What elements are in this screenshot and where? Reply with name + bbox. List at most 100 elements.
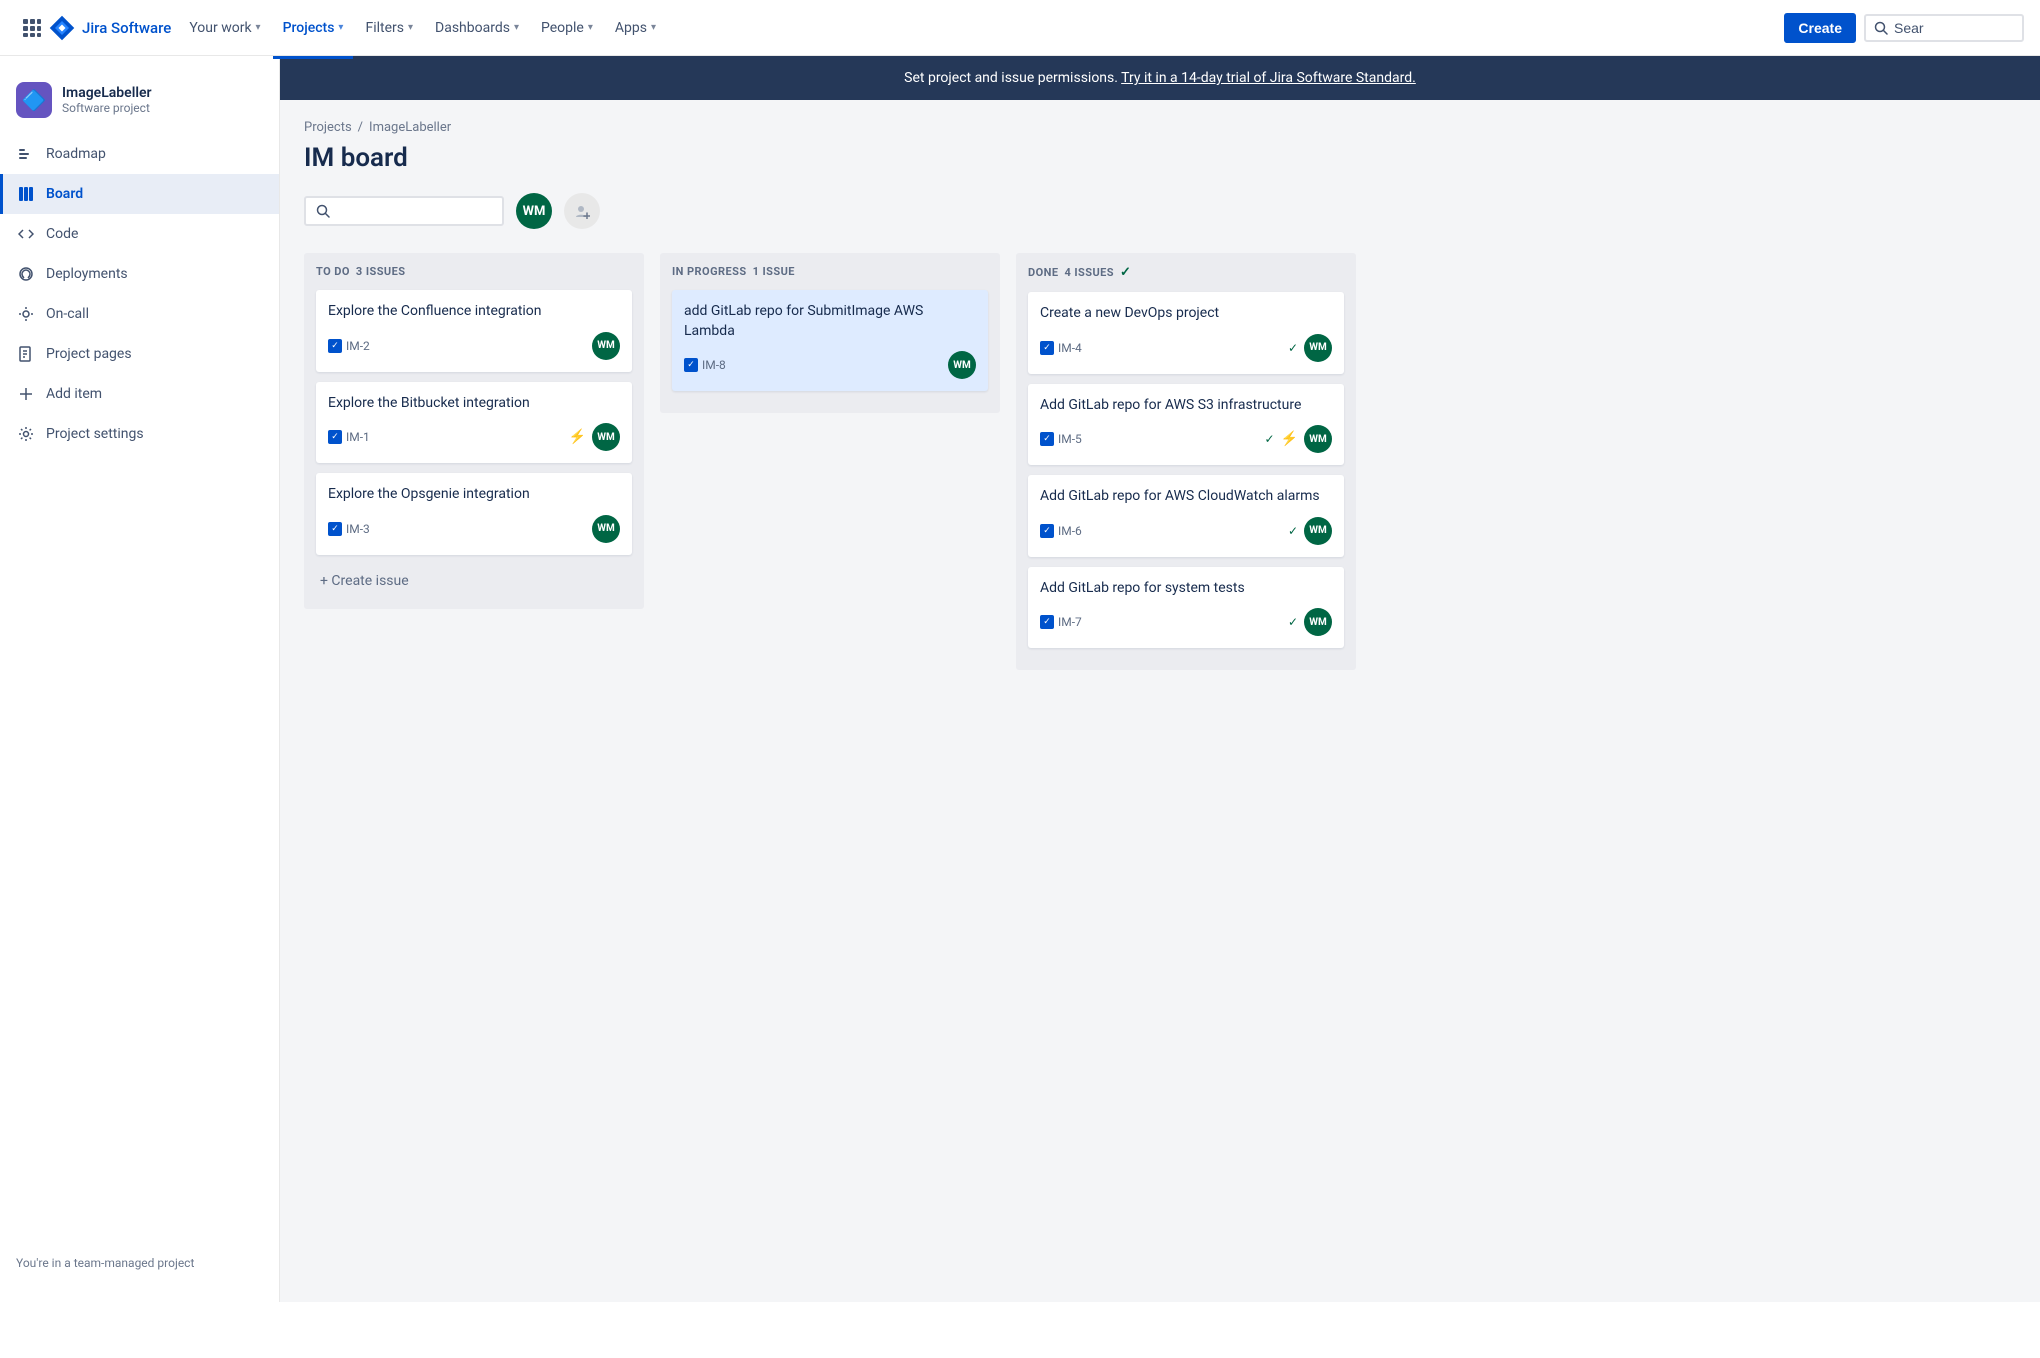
- done-check-icon: ✓: [1288, 341, 1298, 355]
- breadcrumb-projects[interactable]: Projects: [304, 120, 352, 135]
- checkbox-icon: [1040, 432, 1054, 446]
- card-id-im4: IM-4: [1040, 341, 1082, 355]
- card-id-im1: IM-1: [328, 430, 370, 444]
- card-im7[interactable]: Add GitLab repo for system tests IM-7 ✓ …: [1028, 567, 1344, 649]
- nav-item-apps[interactable]: Apps ▾: [605, 14, 666, 42]
- create-button[interactable]: Create: [1784, 13, 1856, 43]
- card-avatar: WM: [948, 351, 976, 379]
- card-id-im7: IM-7: [1040, 615, 1082, 629]
- column-header-done: DONE 4 ISSUES ✓: [1028, 265, 1344, 280]
- card-avatar: WM: [592, 332, 620, 360]
- card-avatar: WM: [1304, 517, 1332, 545]
- jira-logo[interactable]: Jira Software: [48, 14, 171, 42]
- nav-item-dashboards[interactable]: Dashboards ▾: [425, 14, 529, 42]
- card-im6[interactable]: Add GitLab repo for AWS CloudWatch alarm…: [1028, 475, 1344, 557]
- user-avatar-wm[interactable]: WM: [516, 193, 552, 229]
- nav-item-your-work[interactable]: Your work ▾: [179, 14, 270, 42]
- roadmap-icon: [16, 144, 36, 164]
- card-im4[interactable]: Create a new DevOps project IM-4 ✓ WM: [1028, 292, 1344, 374]
- settings-icon: [16, 424, 36, 444]
- card-im3[interactable]: Explore the Opsgenie integration IM-3 WM: [316, 473, 632, 555]
- chevron-down-icon: ▾: [408, 22, 413, 33]
- board-search-icon: [316, 204, 330, 218]
- column-inprogress: IN PROGRESS 1 ISSUE add GitLab repo for …: [660, 253, 1000, 413]
- column-todo: TO DO 3 ISSUES Explore the Confluence in…: [304, 253, 644, 609]
- sidebar-item-code[interactable]: Code: [0, 214, 279, 254]
- card-id-im8: IM-8: [684, 358, 726, 372]
- pin-icon: ⚡: [569, 429, 586, 445]
- sidebar-item-board[interactable]: Board: [0, 174, 279, 214]
- breadcrumb-imagelabeller[interactable]: ImageLabeller: [369, 120, 451, 135]
- chevron-down-icon: ▾: [588, 22, 593, 33]
- apps-grid-icon[interactable]: [16, 12, 48, 44]
- board-icon: [16, 184, 36, 204]
- card-id-im2: IM-2: [328, 339, 370, 353]
- card-avatar: WM: [592, 515, 620, 543]
- card-avatar: WM: [1304, 608, 1332, 636]
- card-avatar: WM: [1304, 334, 1332, 362]
- code-icon: [16, 224, 36, 244]
- checkbox-icon: [1040, 615, 1054, 629]
- checkbox-icon: [328, 339, 342, 353]
- checkbox-icon: [1040, 524, 1054, 538]
- card-avatar: WM: [1304, 425, 1332, 453]
- column-done: DONE 4 ISSUES ✓ Create a new DevOps proj…: [1016, 253, 1356, 670]
- checkbox-icon: [328, 430, 342, 444]
- done-check-icon: ✓: [1288, 615, 1298, 629]
- sidebar-item-roadmap[interactable]: Roadmap: [0, 134, 279, 174]
- chevron-down-icon: ▾: [338, 22, 343, 33]
- column-header-inprogress: IN PROGRESS 1 ISSUE: [672, 265, 988, 278]
- sidebar-item-project-pages[interactable]: Project pages: [0, 334, 279, 374]
- breadcrumb: Projects / ImageLabeller: [304, 120, 2016, 135]
- layout: 🔷 ImageLabeller Software project Roadmap: [0, 0, 2040, 1302]
- card-im1[interactable]: Explore the Bitbucket integration IM-1 ⚡…: [316, 382, 632, 464]
- chevron-down-icon: ▾: [514, 22, 519, 33]
- board-search-input[interactable]: [336, 203, 476, 219]
- card-avatar: WM: [592, 423, 620, 451]
- content-area: Projects / ImageLabeller IM board WM: [280, 100, 2040, 706]
- card-id-im5: IM-5: [1040, 432, 1082, 446]
- sidebar-project: 🔷 ImageLabeller Software project: [0, 72, 279, 134]
- column-header-todo: TO DO 3 ISSUES: [316, 265, 632, 278]
- pin-icon: ⚡: [1281, 431, 1298, 447]
- nav-items: Your work ▾ Projects ▾ Filters ▾ Dashboa…: [179, 14, 1784, 42]
- create-issue-button[interactable]: + Create issue: [316, 565, 632, 597]
- nav-item-people[interactable]: People ▾: [531, 14, 603, 42]
- board-toolbar: WM: [304, 193, 2016, 229]
- project-name: ImageLabeller: [62, 85, 152, 101]
- done-check-icon: ✓: [1120, 265, 1131, 280]
- checkbox-icon: [1040, 341, 1054, 355]
- sidebar-item-project-settings[interactable]: Project settings: [0, 414, 279, 454]
- card-im2[interactable]: Explore the Confluence integration IM-2 …: [316, 290, 632, 372]
- sidebar-footer: You're in a team-managed project: [0, 1240, 279, 1286]
- nav-item-projects[interactable]: Projects ▾: [273, 14, 354, 42]
- grid-menu-button[interactable]: [16, 12, 48, 44]
- checkbox-icon: [328, 522, 342, 536]
- chevron-down-icon: ▾: [651, 22, 656, 33]
- sidebar-item-deployments[interactable]: Deployments: [0, 254, 279, 294]
- nav-right: Create: [1784, 13, 2024, 43]
- card-id-im6: IM-6: [1040, 524, 1082, 538]
- sidebar-item-on-call[interactable]: On-call: [0, 294, 279, 334]
- add-member-button[interactable]: [564, 193, 600, 229]
- main-content: Set project and issue permissions. Try i…: [280, 56, 2040, 1302]
- jira-logo-text: Jira Software: [82, 19, 171, 37]
- project-type: Software project: [62, 101, 152, 115]
- deployments-icon: [16, 264, 36, 284]
- card-id-im3: IM-3: [328, 522, 370, 536]
- card-im5[interactable]: Add GitLab repo for AWS S3 infrastructur…: [1028, 384, 1344, 466]
- trial-link[interactable]: Try it in a 14-day trial of Jira Softwar…: [1121, 70, 1416, 86]
- sidebar-nav: Roadmap Board: [0, 134, 279, 1240]
- sidebar-item-add-item[interactable]: Add item: [0, 374, 279, 414]
- board-search-box[interactable]: [304, 196, 504, 226]
- nav-item-filters[interactable]: Filters ▾: [355, 14, 423, 42]
- search-input[interactable]: [1894, 20, 1974, 36]
- done-check-icon: ✓: [1265, 432, 1275, 446]
- search-box[interactable]: [1864, 14, 2024, 42]
- page-title: IM board: [304, 143, 2016, 173]
- board: TO DO 3 ISSUES Explore the Confluence in…: [304, 253, 2016, 686]
- card-im8[interactable]: add GitLab repo for SubmitImage AWS Lamb…: [672, 290, 988, 391]
- sidebar: 🔷 ImageLabeller Software project Roadmap: [0, 56, 280, 1302]
- topnav: Jira Software Your work ▾ Projects ▾ Fil…: [0, 0, 2040, 56]
- project-pages-icon: [16, 344, 36, 364]
